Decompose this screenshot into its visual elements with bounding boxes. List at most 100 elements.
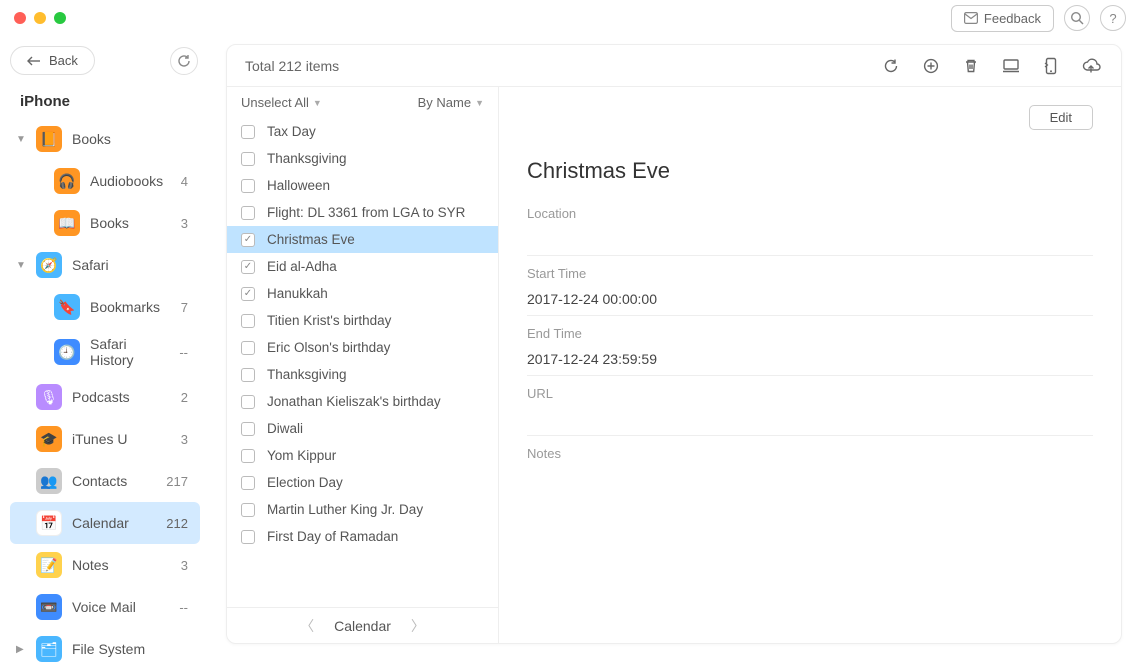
app-icon: 📙 xyxy=(36,126,62,152)
checkbox[interactable] xyxy=(241,179,255,193)
sidebar-item-label: iTunes U xyxy=(72,431,171,447)
close-window-button[interactable] xyxy=(14,12,26,24)
sidebar-item-calendar[interactable]: 📅Calendar212 xyxy=(10,502,200,544)
sidebar-item-count: -- xyxy=(179,345,188,360)
sidebar-item-count: 7 xyxy=(181,300,188,315)
refresh-icon xyxy=(177,54,191,68)
checkbox[interactable] xyxy=(241,341,255,355)
sidebar-item-audiobooks[interactable]: 🎧Audiobooks4 xyxy=(10,160,200,202)
minimize-window-button[interactable] xyxy=(34,12,46,24)
chevron-down-icon: ▼ xyxy=(313,98,322,108)
list-item[interactable]: Eid al-Adha xyxy=(227,253,498,280)
location-label: Location xyxy=(527,206,1093,221)
refresh-list-button[interactable] xyxy=(879,54,903,78)
help-button[interactable]: ? xyxy=(1100,5,1126,31)
list-item[interactable]: Flight: DL 3361 from LGA to SYR xyxy=(227,199,498,226)
search-button[interactable] xyxy=(1064,5,1090,31)
sidebar-item-books[interactable]: 📖Books3 xyxy=(10,202,200,244)
sidebar-item-voice-mail[interactable]: 📼Voice Mail-- xyxy=(10,586,200,628)
checkbox[interactable] xyxy=(241,530,255,544)
list-item[interactable]: Jonathan Kieliszak's birthday xyxy=(227,388,498,415)
checkbox[interactable] xyxy=(241,287,255,301)
checkbox[interactable] xyxy=(241,125,255,139)
event-label: Thanksgiving xyxy=(267,367,347,382)
location-value xyxy=(527,231,1093,249)
sidebar-item-podcasts[interactable]: 🎙Podcasts2 xyxy=(10,376,200,418)
list-item[interactable]: Halloween xyxy=(227,172,498,199)
list-item[interactable]: Election Day xyxy=(227,469,498,496)
calendar-group-label: Calendar xyxy=(334,618,391,634)
checkbox[interactable] xyxy=(241,314,255,328)
checkbox[interactable] xyxy=(241,368,255,382)
event-label: Election Day xyxy=(267,475,343,490)
delete-button[interactable] xyxy=(959,54,983,78)
list-item[interactable]: Martin Luther King Jr. Day xyxy=(227,496,498,523)
start-time-value: 2017-12-24 00:00:00 xyxy=(527,291,1093,309)
checkbox[interactable] xyxy=(241,449,255,463)
to-cloud-button[interactable] xyxy=(1079,54,1103,78)
sidebar-item-count: -- xyxy=(179,600,188,615)
list-item[interactable]: Tax Day xyxy=(227,118,498,145)
zoom-window-button[interactable] xyxy=(54,12,66,24)
chevron-left-icon[interactable]: 〈 xyxy=(300,616,314,636)
to-device-button[interactable] xyxy=(1039,54,1063,78)
sidebar-item-count: 212 xyxy=(166,516,188,531)
sidebar-item-label: Books xyxy=(90,215,171,231)
calendar-group-switcher[interactable]: 〈 Calendar 〉 xyxy=(227,607,498,643)
add-button[interactable] xyxy=(919,54,943,78)
checkbox[interactable] xyxy=(241,422,255,436)
checkbox[interactable] xyxy=(241,503,255,517)
list-item[interactable]: Thanksgiving xyxy=(227,361,498,388)
event-title: Christmas Eve xyxy=(527,158,1093,184)
list-item[interactable]: First Day of Ramadan xyxy=(227,523,498,550)
app-icon: 🔖 xyxy=(54,294,80,320)
sidebar: Back iPhone ▼📙Books🎧Audiobooks4📖Books3▼🧭… xyxy=(0,36,208,662)
list-item[interactable]: Yom Kippur xyxy=(227,442,498,469)
app-icon: 📖 xyxy=(54,210,80,236)
event-label: First Day of Ramadan xyxy=(267,529,398,544)
chevron-right-icon[interactable]: 〉 xyxy=(411,616,425,636)
checkbox[interactable] xyxy=(241,206,255,220)
list-item[interactable]: Hanukkah xyxy=(227,280,498,307)
disclosure-icon: ▶ xyxy=(16,644,26,655)
to-computer-button[interactable] xyxy=(999,54,1023,78)
sort-menu[interactable]: By Name ▼ xyxy=(418,95,484,110)
event-label: Thanksgiving xyxy=(267,151,347,166)
checkbox[interactable] xyxy=(241,395,255,409)
sidebar-item-label: Podcasts xyxy=(72,389,171,405)
list-item[interactable]: Diwali xyxy=(227,415,498,442)
notes-value xyxy=(527,471,1093,489)
refresh-button[interactable] xyxy=(170,47,198,75)
checkbox[interactable] xyxy=(241,233,255,247)
list-item[interactable]: Eric Olson's birthday xyxy=(227,334,498,361)
checkbox[interactable] xyxy=(241,152,255,166)
sidebar-item-books[interactable]: ▼📙Books xyxy=(10,118,200,160)
sidebar-item-bookmarks[interactable]: 🔖Bookmarks7 xyxy=(10,286,200,328)
checkbox[interactable] xyxy=(241,260,255,274)
event-list[interactable]: Tax Day Thanksgiving HalloweenFlight: DL 3… xyxy=(227,118,498,607)
list-item[interactable]: Titien Krist's birthday xyxy=(227,307,498,334)
app-icon: 🗂 xyxy=(36,636,62,662)
content-toolbar: Total 212 items xyxy=(227,45,1121,87)
list-item[interactable]: Christmas Eve xyxy=(227,226,498,253)
sidebar-item-itunes-u[interactable]: 🎓iTunes U3 xyxy=(10,418,200,460)
select-all-toggle[interactable]: Unselect All ▼ xyxy=(241,95,322,110)
edit-button[interactable]: Edit xyxy=(1029,105,1093,130)
sidebar-item-safari[interactable]: ▼🧭Safari xyxy=(10,244,200,286)
checkbox[interactable] xyxy=(241,476,255,490)
event-label: Diwali xyxy=(267,421,303,436)
device-name: iPhone xyxy=(10,89,208,118)
chevron-down-icon: ▼ xyxy=(475,98,484,108)
sidebar-item-contacts[interactable]: 👥Contacts217 xyxy=(10,460,200,502)
url-label: URL xyxy=(527,386,1093,401)
feedback-button[interactable]: Feedback xyxy=(951,5,1054,32)
sidebar-item-safari-history[interactable]: 🕘Safari History-- xyxy=(10,328,200,376)
event-label: Eid al-Adha xyxy=(267,259,337,274)
help-icon: ? xyxy=(1109,11,1116,26)
sidebar-item-notes[interactable]: 📝Notes3 xyxy=(10,544,200,586)
list-item[interactable]: Thanksgiving xyxy=(227,145,498,172)
sidebar-item-count: 2 xyxy=(181,390,188,405)
sidebar-item-file-system[interactable]: ▶🗂File System xyxy=(10,628,200,662)
back-button[interactable]: Back xyxy=(10,46,95,75)
event-list-column: Unselect All ▼ By Name ▼ Tax Day Thanksgi… xyxy=(227,87,499,643)
